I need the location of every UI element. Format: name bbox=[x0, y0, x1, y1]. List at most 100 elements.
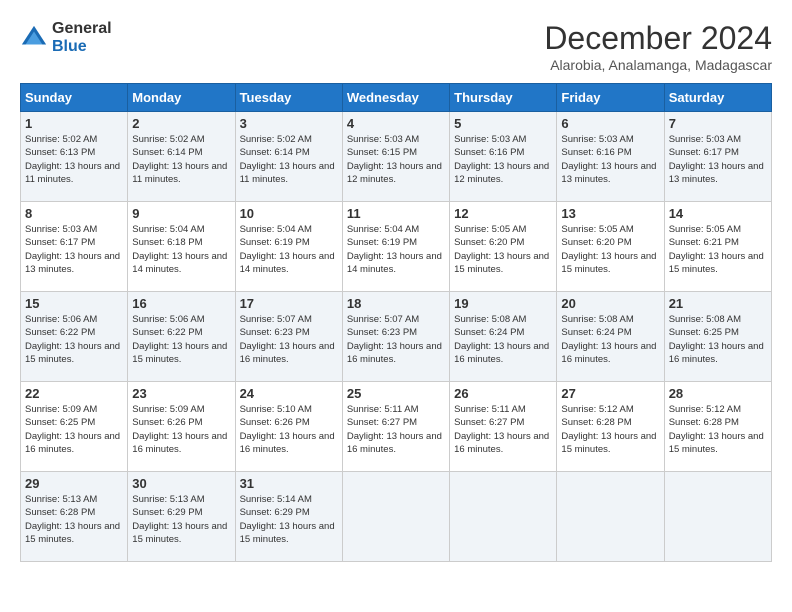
day-number: 15 bbox=[25, 296, 123, 311]
day-info: Sunrise: 5:13 AM Sunset: 6:29 PM Dayligh… bbox=[132, 493, 230, 546]
calendar-day-cell: 17 Sunrise: 5:07 AM Sunset: 6:23 PM Dayl… bbox=[235, 292, 342, 382]
day-number: 8 bbox=[25, 206, 123, 221]
calendar-week-row: 29 Sunrise: 5:13 AM Sunset: 6:28 PM Dayl… bbox=[21, 472, 772, 562]
calendar-week-row: 22 Sunrise: 5:09 AM Sunset: 6:25 PM Dayl… bbox=[21, 382, 772, 472]
day-number: 28 bbox=[669, 386, 767, 401]
weekday-header: Sunday bbox=[21, 84, 128, 112]
day-number: 2 bbox=[132, 116, 230, 131]
day-number: 25 bbox=[347, 386, 445, 401]
weekday-header: Friday bbox=[557, 84, 664, 112]
day-number: 24 bbox=[240, 386, 338, 401]
day-info: Sunrise: 5:03 AM Sunset: 6:15 PM Dayligh… bbox=[347, 133, 445, 186]
calendar-day-cell: 13 Sunrise: 5:05 AM Sunset: 6:20 PM Dayl… bbox=[557, 202, 664, 292]
calendar-day-cell: 14 Sunrise: 5:05 AM Sunset: 6:21 PM Dayl… bbox=[664, 202, 771, 292]
weekday-header: Saturday bbox=[664, 84, 771, 112]
calendar-day-cell: 11 Sunrise: 5:04 AM Sunset: 6:19 PM Dayl… bbox=[342, 202, 449, 292]
day-info: Sunrise: 5:04 AM Sunset: 6:19 PM Dayligh… bbox=[347, 223, 445, 276]
calendar-day-cell: 9 Sunrise: 5:04 AM Sunset: 6:18 PM Dayli… bbox=[128, 202, 235, 292]
day-number: 9 bbox=[132, 206, 230, 221]
day-number: 18 bbox=[347, 296, 445, 311]
day-info: Sunrise: 5:09 AM Sunset: 6:26 PM Dayligh… bbox=[132, 403, 230, 456]
weekday-header: Wednesday bbox=[342, 84, 449, 112]
day-info: Sunrise: 5:14 AM Sunset: 6:29 PM Dayligh… bbox=[240, 493, 338, 546]
day-info: Sunrise: 5:03 AM Sunset: 6:16 PM Dayligh… bbox=[454, 133, 552, 186]
day-info: Sunrise: 5:03 AM Sunset: 6:17 PM Dayligh… bbox=[669, 133, 767, 186]
weekday-header: Thursday bbox=[450, 84, 557, 112]
day-info: Sunrise: 5:08 AM Sunset: 6:25 PM Dayligh… bbox=[669, 313, 767, 366]
calendar-day-cell: 31 Sunrise: 5:14 AM Sunset: 6:29 PM Dayl… bbox=[235, 472, 342, 562]
day-info: Sunrise: 5:05 AM Sunset: 6:21 PM Dayligh… bbox=[669, 223, 767, 276]
calendar-day-cell: 4 Sunrise: 5:03 AM Sunset: 6:15 PM Dayli… bbox=[342, 112, 449, 202]
day-info: Sunrise: 5:02 AM Sunset: 6:14 PM Dayligh… bbox=[240, 133, 338, 186]
calendar-day-cell: 16 Sunrise: 5:06 AM Sunset: 6:22 PM Dayl… bbox=[128, 292, 235, 382]
title-area: December 2024 Alarobia, Analamanga, Mada… bbox=[544, 20, 772, 73]
calendar-day-cell: 25 Sunrise: 5:11 AM Sunset: 6:27 PM Dayl… bbox=[342, 382, 449, 472]
calendar-day-cell: 2 Sunrise: 5:02 AM Sunset: 6:14 PM Dayli… bbox=[128, 112, 235, 202]
day-info: Sunrise: 5:08 AM Sunset: 6:24 PM Dayligh… bbox=[454, 313, 552, 366]
calendar-day-cell: 27 Sunrise: 5:12 AM Sunset: 6:28 PM Dayl… bbox=[557, 382, 664, 472]
calendar-day-cell: 30 Sunrise: 5:13 AM Sunset: 6:29 PM Dayl… bbox=[128, 472, 235, 562]
weekday-header: Tuesday bbox=[235, 84, 342, 112]
calendar-day-cell: 22 Sunrise: 5:09 AM Sunset: 6:25 PM Dayl… bbox=[21, 382, 128, 472]
calendar-day-cell: 8 Sunrise: 5:03 AM Sunset: 6:17 PM Dayli… bbox=[21, 202, 128, 292]
calendar-day-cell bbox=[664, 472, 771, 562]
calendar-table: SundayMondayTuesdayWednesdayThursdayFrid… bbox=[20, 83, 772, 562]
day-number: 13 bbox=[561, 206, 659, 221]
day-number: 23 bbox=[132, 386, 230, 401]
calendar-day-cell: 26 Sunrise: 5:11 AM Sunset: 6:27 PM Dayl… bbox=[450, 382, 557, 472]
logo: General Blue bbox=[20, 20, 112, 55]
day-info: Sunrise: 5:11 AM Sunset: 6:27 PM Dayligh… bbox=[347, 403, 445, 456]
day-number: 21 bbox=[669, 296, 767, 311]
day-info: Sunrise: 5:05 AM Sunset: 6:20 PM Dayligh… bbox=[454, 223, 552, 276]
day-number: 17 bbox=[240, 296, 338, 311]
day-info: Sunrise: 5:07 AM Sunset: 6:23 PM Dayligh… bbox=[240, 313, 338, 366]
logo-general: General bbox=[52, 20, 112, 38]
day-number: 1 bbox=[25, 116, 123, 131]
calendar-day-cell: 15 Sunrise: 5:06 AM Sunset: 6:22 PM Dayl… bbox=[21, 292, 128, 382]
day-info: Sunrise: 5:04 AM Sunset: 6:18 PM Dayligh… bbox=[132, 223, 230, 276]
calendar-day-cell: 29 Sunrise: 5:13 AM Sunset: 6:28 PM Dayl… bbox=[21, 472, 128, 562]
calendar-week-row: 8 Sunrise: 5:03 AM Sunset: 6:17 PM Dayli… bbox=[21, 202, 772, 292]
day-info: Sunrise: 5:11 AM Sunset: 6:27 PM Dayligh… bbox=[454, 403, 552, 456]
day-number: 7 bbox=[669, 116, 767, 131]
day-info: Sunrise: 5:13 AM Sunset: 6:28 PM Dayligh… bbox=[25, 493, 123, 546]
day-number: 5 bbox=[454, 116, 552, 131]
day-info: Sunrise: 5:12 AM Sunset: 6:28 PM Dayligh… bbox=[561, 403, 659, 456]
header-area: General Blue December 2024 Alarobia, Ana… bbox=[20, 20, 772, 73]
day-info: Sunrise: 5:03 AM Sunset: 6:16 PM Dayligh… bbox=[561, 133, 659, 186]
calendar-day-cell: 19 Sunrise: 5:08 AM Sunset: 6:24 PM Dayl… bbox=[450, 292, 557, 382]
weekday-header-row: SundayMondayTuesdayWednesdayThursdayFrid… bbox=[21, 84, 772, 112]
month-title: December 2024 bbox=[544, 20, 772, 57]
calendar-day-cell: 7 Sunrise: 5:03 AM Sunset: 6:17 PM Dayli… bbox=[664, 112, 771, 202]
calendar-day-cell bbox=[450, 472, 557, 562]
day-number: 30 bbox=[132, 476, 230, 491]
day-number: 22 bbox=[25, 386, 123, 401]
day-number: 27 bbox=[561, 386, 659, 401]
calendar-day-cell: 18 Sunrise: 5:07 AM Sunset: 6:23 PM Dayl… bbox=[342, 292, 449, 382]
day-info: Sunrise: 5:02 AM Sunset: 6:13 PM Dayligh… bbox=[25, 133, 123, 186]
calendar-day-cell: 10 Sunrise: 5:04 AM Sunset: 6:19 PM Dayl… bbox=[235, 202, 342, 292]
day-info: Sunrise: 5:05 AM Sunset: 6:20 PM Dayligh… bbox=[561, 223, 659, 276]
calendar-day-cell: 20 Sunrise: 5:08 AM Sunset: 6:24 PM Dayl… bbox=[557, 292, 664, 382]
day-info: Sunrise: 5:12 AM Sunset: 6:28 PM Dayligh… bbox=[669, 403, 767, 456]
calendar-day-cell: 1 Sunrise: 5:02 AM Sunset: 6:13 PM Dayli… bbox=[21, 112, 128, 202]
day-info: Sunrise: 5:08 AM Sunset: 6:24 PM Dayligh… bbox=[561, 313, 659, 366]
day-number: 19 bbox=[454, 296, 552, 311]
logo-icon bbox=[20, 24, 48, 52]
location-subtitle: Alarobia, Analamanga, Madagascar bbox=[544, 57, 772, 73]
calendar-day-cell: 21 Sunrise: 5:08 AM Sunset: 6:25 PM Dayl… bbox=[664, 292, 771, 382]
day-number: 4 bbox=[347, 116, 445, 131]
day-info: Sunrise: 5:06 AM Sunset: 6:22 PM Dayligh… bbox=[25, 313, 123, 366]
calendar-day-cell: 24 Sunrise: 5:10 AM Sunset: 6:26 PM Dayl… bbox=[235, 382, 342, 472]
day-number: 16 bbox=[132, 296, 230, 311]
calendar-week-row: 15 Sunrise: 5:06 AM Sunset: 6:22 PM Dayl… bbox=[21, 292, 772, 382]
calendar-day-cell: 23 Sunrise: 5:09 AM Sunset: 6:26 PM Dayl… bbox=[128, 382, 235, 472]
day-info: Sunrise: 5:07 AM Sunset: 6:23 PM Dayligh… bbox=[347, 313, 445, 366]
day-number: 31 bbox=[240, 476, 338, 491]
calendar-day-cell bbox=[342, 472, 449, 562]
day-number: 3 bbox=[240, 116, 338, 131]
logo-blue: Blue bbox=[52, 38, 112, 56]
calendar-day-cell: 6 Sunrise: 5:03 AM Sunset: 6:16 PM Dayli… bbox=[557, 112, 664, 202]
day-number: 6 bbox=[561, 116, 659, 131]
calendar-day-cell bbox=[557, 472, 664, 562]
